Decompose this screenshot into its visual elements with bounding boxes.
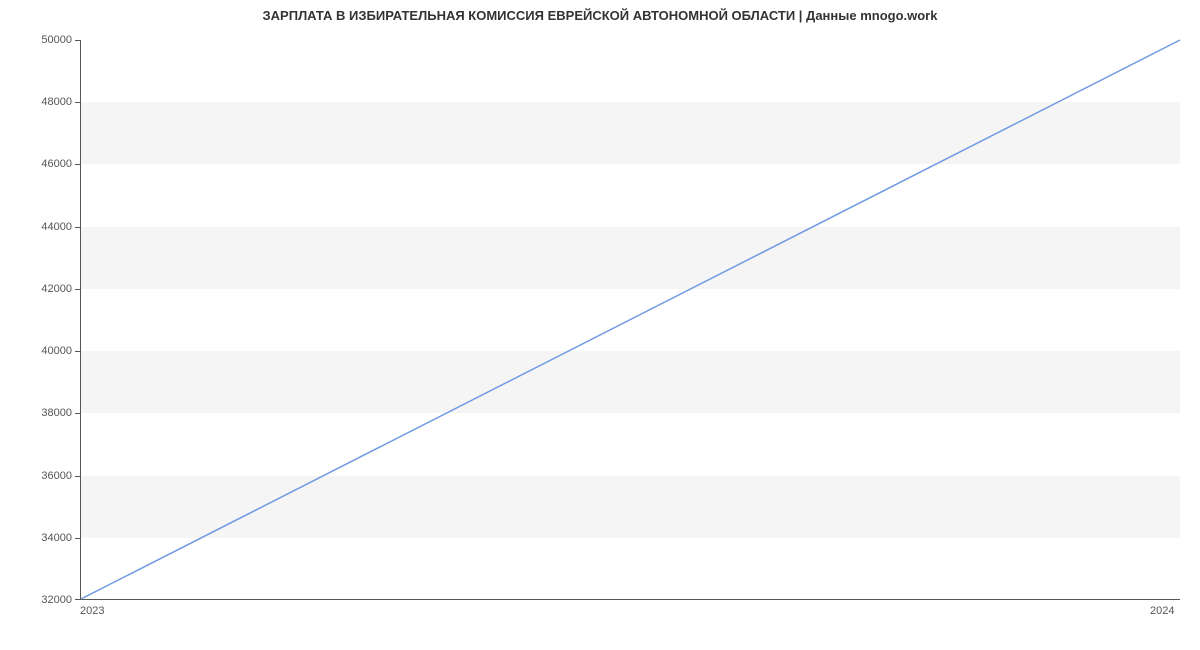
- y-tick-label: 50000: [41, 34, 72, 46]
- x-tick-label: 2023: [80, 605, 104, 617]
- y-tick-label: 44000: [41, 221, 72, 233]
- data-line: [81, 40, 1180, 599]
- y-tick-label: 32000: [41, 594, 72, 606]
- y-tick-label: 46000: [41, 158, 72, 170]
- y-tick-label: 34000: [41, 532, 72, 544]
- chart-title: ЗАРПЛАТА В ИЗБИРАТЕЛЬНАЯ КОМИССИЯ ЕВРЕЙС…: [0, 8, 1200, 23]
- y-tick-label: 48000: [41, 96, 72, 108]
- y-tick-label: 42000: [41, 283, 72, 295]
- y-tick-label: 38000: [41, 407, 72, 419]
- plot-area: [80, 40, 1180, 600]
- y-tick-label: 36000: [41, 470, 72, 482]
- chart-container: ЗАРПЛАТА В ИЗБИРАТЕЛЬНАЯ КОМИССИЯ ЕВРЕЙС…: [0, 0, 1200, 650]
- y-tick-label: 40000: [41, 345, 72, 357]
- x-tick-label: 2024: [1150, 605, 1174, 617]
